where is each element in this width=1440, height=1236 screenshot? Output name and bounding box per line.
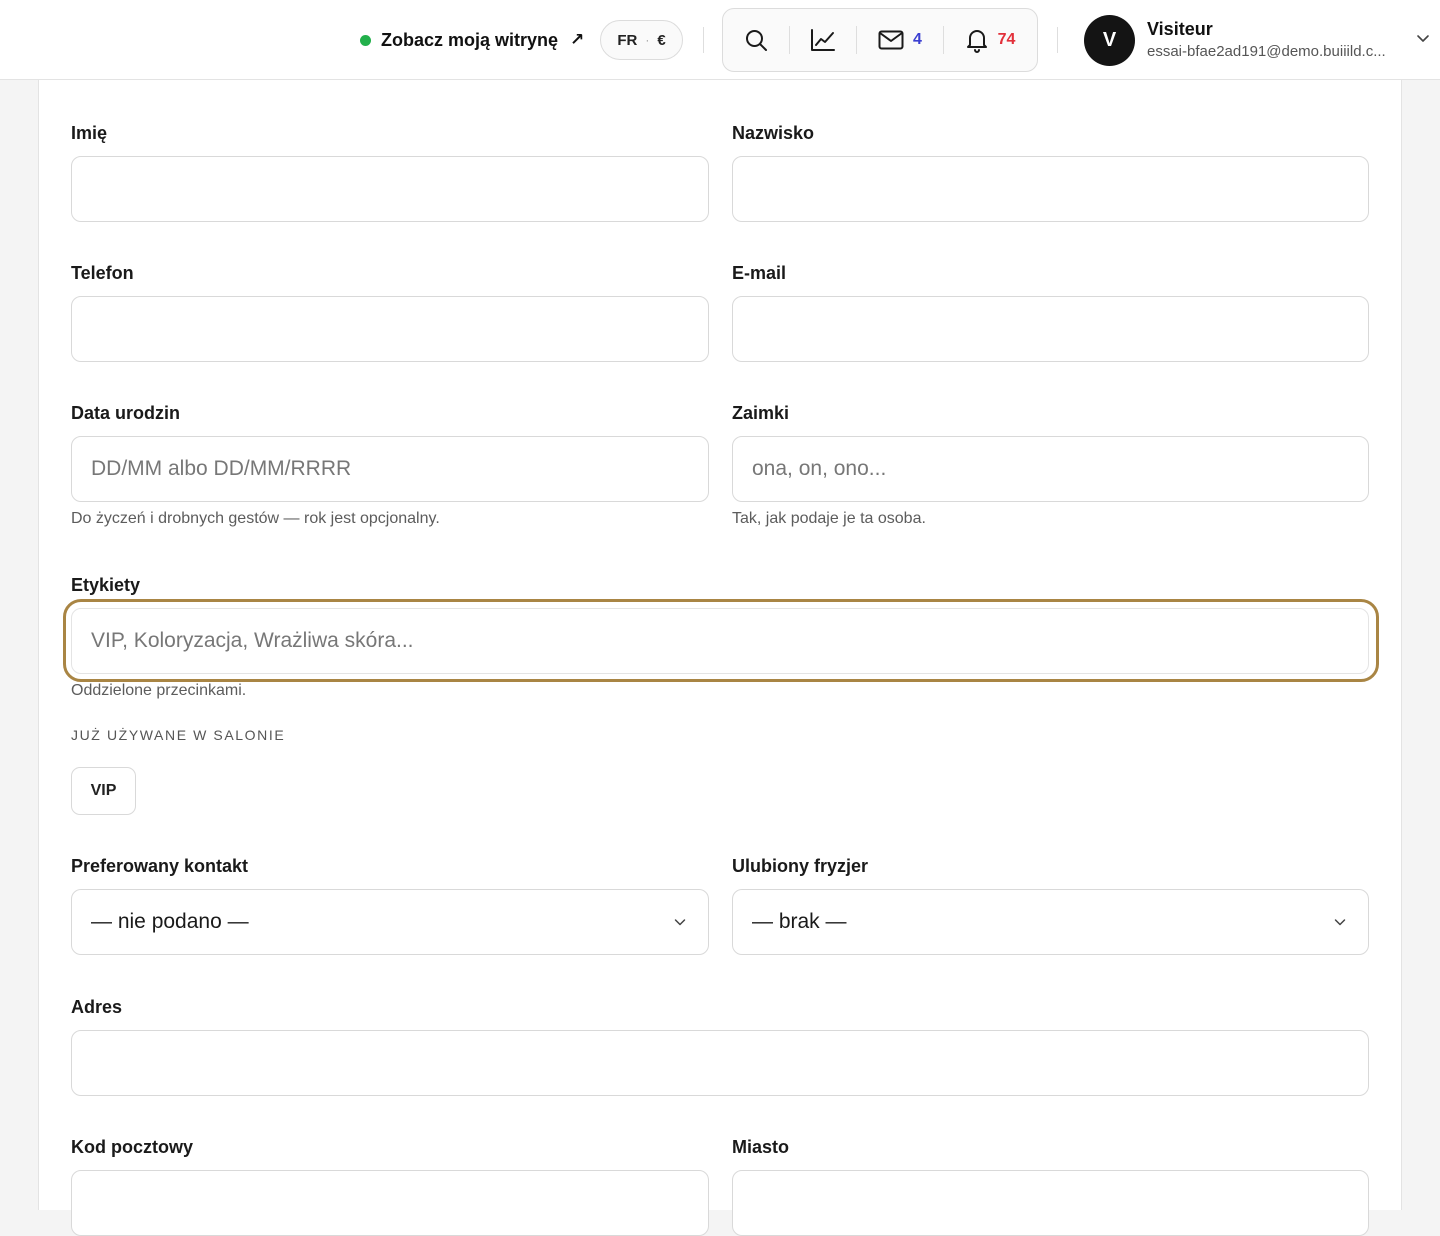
last-name-field[interactable] xyxy=(732,156,1369,222)
tags-field[interactable]: VIP, Koloryzacja, Wrażliwa skóra... xyxy=(71,608,1369,674)
chevron-down-icon xyxy=(1334,919,1346,926)
messages-count-badge: 4 xyxy=(913,31,922,48)
notifications-button[interactable]: 74 xyxy=(944,9,1036,71)
user-avatar[interactable]: V xyxy=(1084,15,1135,66)
search-button[interactable] xyxy=(723,9,789,71)
bell-icon xyxy=(966,30,987,53)
first-name-field[interactable] xyxy=(71,156,709,222)
preferred-contact-label: Preferowany kontakt xyxy=(71,856,249,876)
birthday-label: Data urodzin xyxy=(71,403,181,423)
notifications-count-badge: 74 xyxy=(997,31,1016,48)
preferred-contact-select[interactable]: — nie podano — xyxy=(71,889,709,955)
address-label: Adres xyxy=(71,997,123,1017)
online-status-dot xyxy=(360,34,371,46)
toolbar-icon-group: 4 74 xyxy=(722,8,1038,72)
mail-icon xyxy=(878,30,904,50)
chevron-down-icon xyxy=(1417,35,1429,42)
pronouns-field[interactable]: ona, on, ono... xyxy=(732,436,1369,502)
chevron-down-icon xyxy=(674,919,686,926)
view-my-site-link[interactable]: Zobacz moją witrynę ↗ xyxy=(360,27,584,53)
user-name: Visiteur xyxy=(1147,19,1213,39)
birthday-placeholder: DD/MM albo DD/MM/RRRR xyxy=(91,457,352,480)
analytics-button[interactable] xyxy=(790,9,856,71)
favorite-stylist-select[interactable]: — brak — xyxy=(732,889,1369,955)
preferred-contact-value: — nie podano — xyxy=(91,910,249,933)
postal-code-field[interactable] xyxy=(71,1170,709,1236)
pronouns-help-text: Tak, jak podaje je ta osoba. xyxy=(732,510,926,527)
phone-field[interactable] xyxy=(71,296,709,362)
last-name-label: Nazwisko xyxy=(732,123,815,143)
birthday-help-text: Do życzeń i drobnych gestów — rok jest o… xyxy=(71,510,440,527)
external-link-icon: ↗ xyxy=(570,30,585,49)
birthday-field[interactable]: DD/MM albo DD/MM/RRRR xyxy=(71,436,709,502)
locale-code: FR xyxy=(617,31,638,49)
top-bar: Zobacz moją witrynę ↗ FR · € 4 74 V Visi… xyxy=(0,0,1440,80)
favorite-stylist-value: — brak — xyxy=(752,910,847,933)
existing-tags-heading: JUŻ UŻYWANE W SALONIE xyxy=(71,727,286,743)
existing-tag-chip[interactable]: VIP xyxy=(71,767,136,815)
user-menu-toggle[interactable] xyxy=(1416,30,1430,48)
search-icon xyxy=(746,30,767,51)
view-my-site-label: Zobacz moją witrynę xyxy=(381,29,559,50)
locale-currency-switcher[interactable]: FR · € xyxy=(600,20,683,60)
tags-help-text: Oddzielone przecinkami. xyxy=(71,682,247,699)
user-email: essai-bfae2ad191@demo.buiiild.c... xyxy=(1147,43,1386,60)
city-field[interactable] xyxy=(732,1170,1369,1236)
phone-label: Telefon xyxy=(71,263,134,283)
chart-icon xyxy=(811,29,835,51)
favorite-stylist-label: Ulubiony fryzjer xyxy=(732,856,869,876)
address-field[interactable] xyxy=(71,1030,1369,1096)
messages-button[interactable]: 4 xyxy=(857,9,943,71)
first-name-label: Imię xyxy=(71,123,108,143)
email-field[interactable] xyxy=(732,296,1369,362)
locale-separator: · xyxy=(645,33,650,47)
currency-symbol: € xyxy=(657,31,666,49)
tags-placeholder: VIP, Koloryzacja, Wrażliwa skóra... xyxy=(91,629,414,652)
pronouns-label: Zaimki xyxy=(732,403,790,423)
city-label: Miasto xyxy=(732,1137,790,1157)
email-label: E-mail xyxy=(732,263,787,283)
tags-label: Etykiety xyxy=(71,575,141,595)
postal-code-label: Kod pocztowy xyxy=(71,1137,193,1157)
divider xyxy=(703,27,704,53)
pronouns-placeholder: ona, on, ono... xyxy=(752,457,887,480)
divider xyxy=(1057,27,1058,53)
